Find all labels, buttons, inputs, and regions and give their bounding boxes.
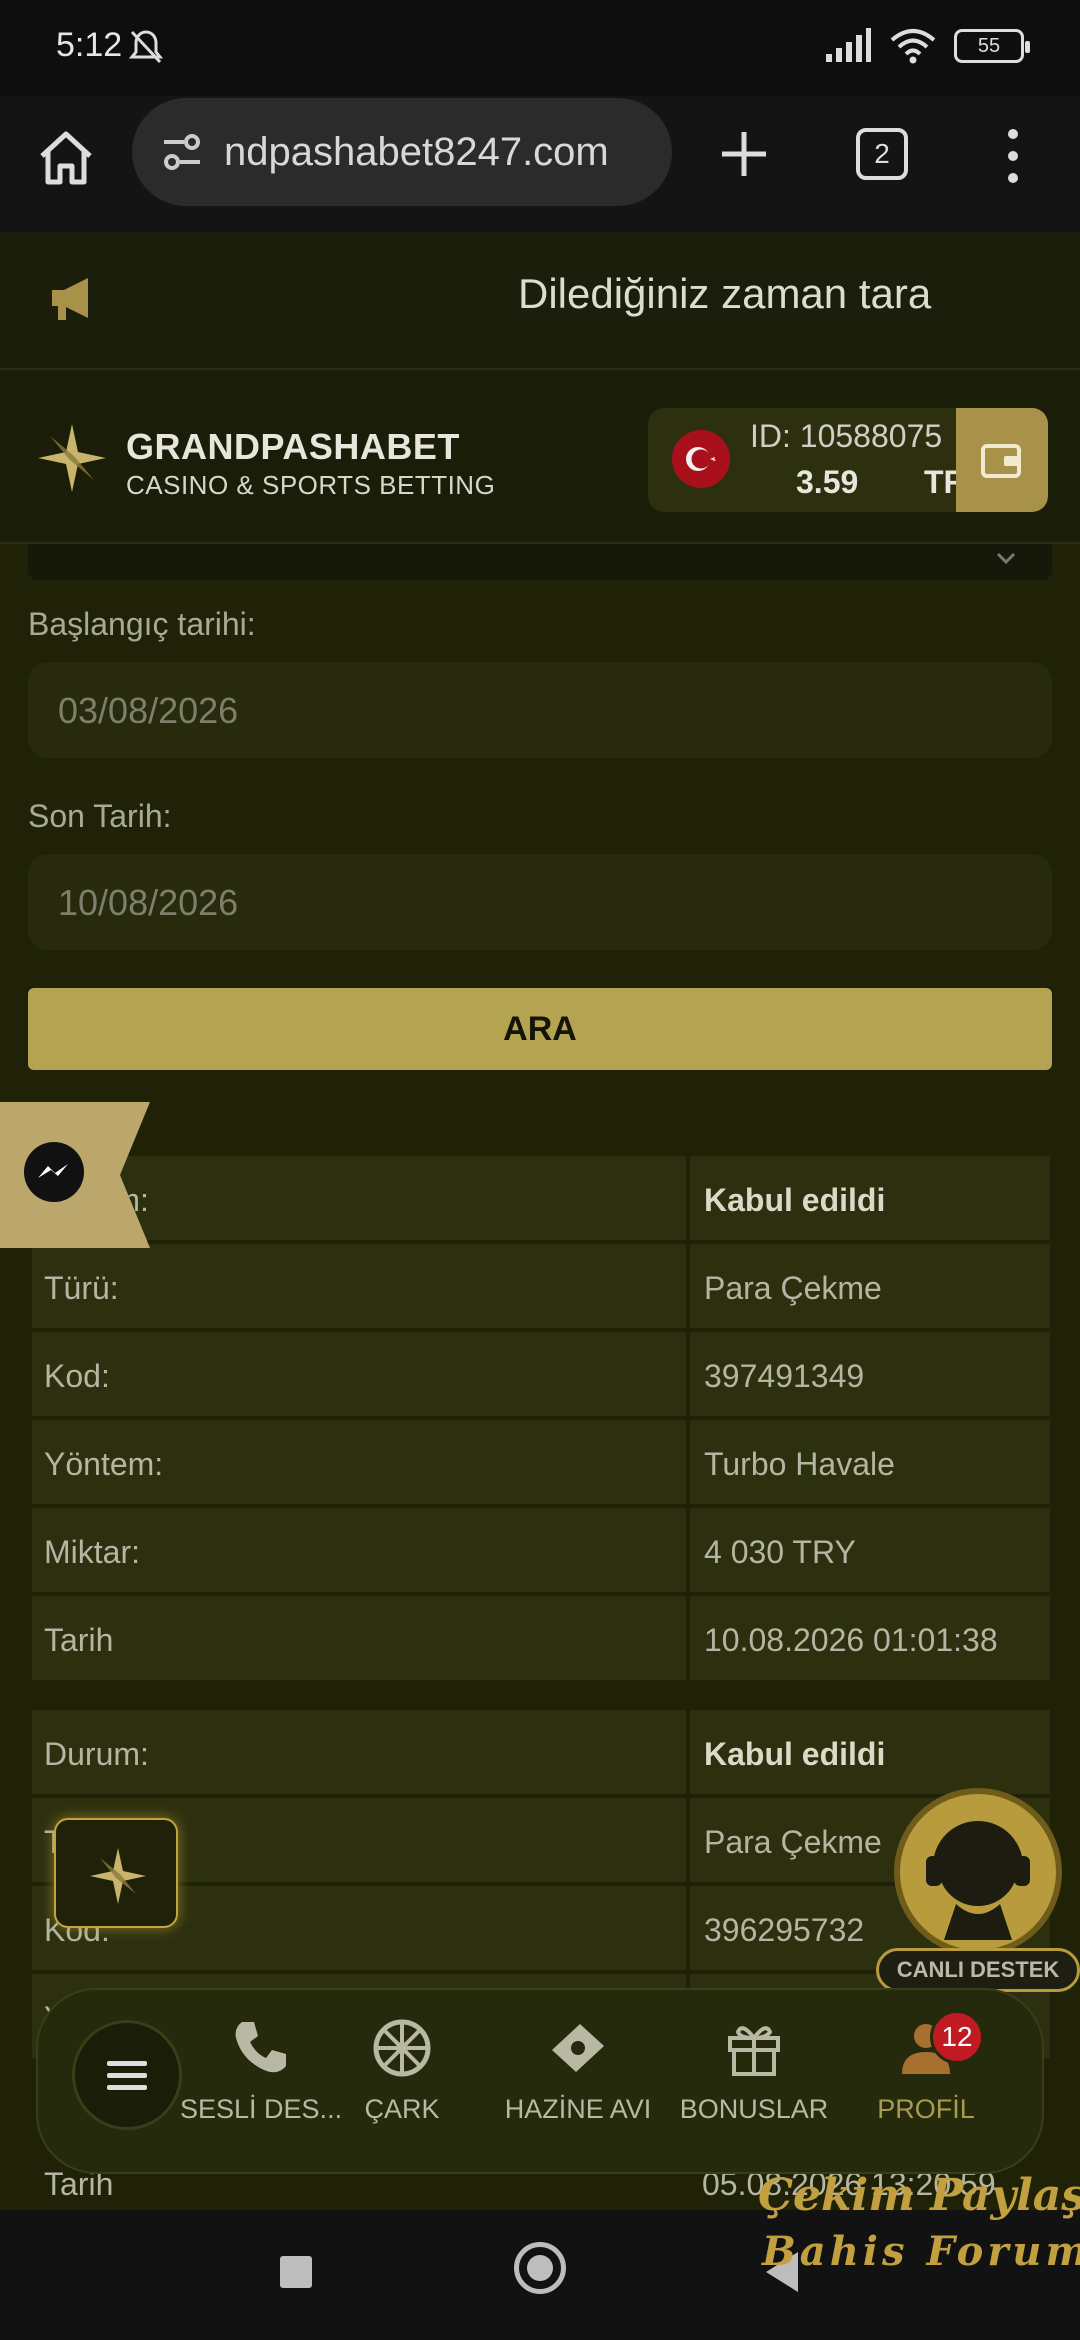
wifi-icon bbox=[890, 29, 936, 64]
start-date-input[interactable]: 03/08/2026 bbox=[28, 662, 1052, 758]
table-row: Tarih 10.08.2026 01:01:38 bbox=[32, 1596, 1050, 1680]
wallet-icon bbox=[981, 444, 1021, 478]
megaphone-icon bbox=[52, 278, 88, 320]
brand-tagline: CASINO & SPORTS BETTING bbox=[126, 470, 496, 500]
nav-voice-support[interactable]: SESLİ DES... bbox=[180, 2016, 343, 2125]
new-tab-icon[interactable] bbox=[716, 126, 772, 182]
nav-wheel[interactable]: ÇARK bbox=[322, 2016, 482, 2125]
floating-star-button[interactable] bbox=[54, 1818, 178, 1928]
home-button[interactable] bbox=[514, 2242, 566, 2294]
start-date-label: Başlangıç tarihi: bbox=[28, 606, 256, 642]
home-icon[interactable] bbox=[34, 126, 98, 190]
signal-icon bbox=[826, 28, 871, 62]
nav-label: BONUSLAR bbox=[679, 2094, 829, 2124]
notification-badge: 12 bbox=[930, 2010, 984, 2064]
logo-star-icon[interactable] bbox=[36, 422, 108, 494]
status-icons: 55 bbox=[824, 28, 1030, 64]
nav-label: HAZİNE AVI bbox=[504, 2094, 652, 2124]
status-bar: 5:12 55 bbox=[0, 0, 1080, 96]
wheel-icon bbox=[373, 2019, 431, 2077]
nav-bonuses[interactable]: BONUSLAR bbox=[674, 2016, 834, 2125]
bell-muted-icon bbox=[128, 30, 164, 64]
tab-count: 2 bbox=[874, 138, 890, 169]
announcement-bar: Dilediğiniz zaman tara bbox=[0, 232, 1080, 368]
row-value: Kabul edildi bbox=[690, 1156, 1050, 1240]
table-row: Durum: Kabul edildi bbox=[32, 1710, 1050, 1794]
row-label: Türü: bbox=[32, 1244, 686, 1328]
home-button-dot bbox=[527, 2255, 553, 2281]
row-label: Tarih bbox=[32, 1596, 686, 1680]
nav-label: ÇARK bbox=[364, 2094, 440, 2124]
hamburger-icon bbox=[107, 2061, 147, 2090]
turkey-flag-icon bbox=[672, 430, 730, 488]
nav-treasure-hunt[interactable]: HAZİNE AVI bbox=[498, 2016, 658, 2125]
gift-icon bbox=[728, 2026, 780, 2076]
table-row: Türü: Para Çekme bbox=[32, 1244, 1050, 1328]
table-row: Miktar: 4 030 TRY bbox=[32, 1508, 1050, 1592]
watermark-line-1: Çekim Paylaş bbox=[758, 2170, 1080, 2221]
row-value: Kabul edildi bbox=[690, 1710, 1050, 1794]
url-text: ndpashabet8247.com bbox=[224, 129, 609, 174]
row-value: 397491349 bbox=[690, 1332, 1050, 1416]
nav-profile[interactable]: 12 PROFİL bbox=[846, 2010, 1006, 2125]
account-id: ID: 10588075 bbox=[750, 418, 943, 454]
live-support-label: CANLI DESTEK bbox=[876, 1948, 1080, 1992]
chevron-down-icon bbox=[996, 552, 1016, 565]
live-support-button[interactable]: CANLI DESTEK bbox=[876, 1788, 1080, 2008]
account-balance: 3.59 bbox=[796, 464, 859, 500]
brand-name[interactable]: GRANDPASHABET bbox=[126, 426, 460, 468]
nav-label: SESLİ DES... bbox=[180, 2094, 343, 2124]
battery-indicator: 55 bbox=[954, 29, 1030, 63]
row-label: Yöntem: bbox=[32, 1420, 686, 1504]
end-date-label: Son Tarih: bbox=[28, 798, 172, 834]
web-page: Dilediğiniz zaman tara GRANDPASHABET CAS… bbox=[0, 232, 1080, 2210]
money-icon bbox=[552, 2024, 604, 2072]
crescent-star-icon bbox=[686, 447, 716, 471]
account-balance-box[interactable]: ID: 10588075 3.59 TRY bbox=[648, 408, 1048, 512]
row-value: Turbo Havale bbox=[690, 1420, 1050, 1504]
forum-watermark: Çekim Paylaş Bahis Forum bbox=[748, 2170, 1080, 2290]
tab-switcher-button[interactable]: 2 bbox=[856, 128, 908, 180]
nav-label: PROFİL bbox=[877, 2094, 975, 2124]
battery-level: 55 bbox=[977, 34, 1001, 57]
watermark-line-2: Bahis Forum bbox=[762, 2228, 1080, 2275]
row-value: 10.08.2026 01:01:38 bbox=[690, 1596, 1050, 1680]
address-bar[interactable]: ndpashabet8247.com bbox=[132, 98, 672, 206]
transaction-card: Durum: Kabul edildi Türü: Para Çekme Kod… bbox=[32, 1156, 1050, 1684]
wallet-button[interactable] bbox=[956, 408, 1048, 512]
end-date-input[interactable]: 10/08/2026 bbox=[28, 854, 1052, 950]
browser-toolbar: ndpashabet8247.com 2 bbox=[0, 96, 1080, 232]
hamburger-menu-button[interactable] bbox=[72, 2020, 182, 2130]
row-label: Miktar: bbox=[32, 1508, 686, 1592]
announcement-text: Dilediğiniz zaman tara bbox=[518, 270, 932, 317]
table-row: Yöntem: Turbo Havale bbox=[32, 1420, 1050, 1504]
table-row: Kod: 397491349 bbox=[32, 1332, 1050, 1416]
type-select[interactable] bbox=[28, 544, 1052, 580]
star-icon bbox=[90, 1848, 146, 1904]
bottom-navigation: SESLİ DES... ÇARK HAZİNE AVI BONUSLAR 12… bbox=[36, 1988, 1044, 2174]
site-header: GRANDPASHABET CASINO & SPORTS BETTING ID… bbox=[0, 368, 1080, 544]
search-button[interactable]: ARA bbox=[28, 988, 1052, 1070]
table-row: Durum: Kabul edildi bbox=[32, 1156, 1050, 1240]
row-value: 4 030 TRY bbox=[690, 1508, 1050, 1592]
browser-menu-icon[interactable] bbox=[998, 124, 1028, 188]
support-agent-icon bbox=[894, 1788, 1062, 1956]
status-time: 5:12 bbox=[56, 26, 123, 64]
recent-apps-button[interactable] bbox=[280, 2256, 312, 2288]
row-value: Para Çekme bbox=[690, 1244, 1050, 1328]
phone-icon bbox=[235, 2022, 286, 2073]
row-label: Kod: bbox=[32, 1332, 686, 1416]
messenger-icon[interactable] bbox=[24, 1142, 84, 1202]
site-settings-icon[interactable] bbox=[160, 130, 204, 174]
row-label: Durum: bbox=[32, 1710, 686, 1794]
